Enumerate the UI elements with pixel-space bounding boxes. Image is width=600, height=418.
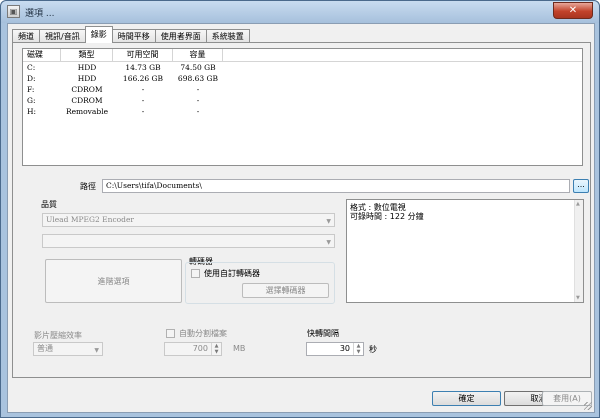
drive-capacity: - (196, 85, 200, 94)
skip-interval-value: 30 (339, 344, 350, 353)
drive-type: Removable (65, 107, 109, 116)
options-window: ▣ 選項 ... ✕ 頻道 視訊/音訊 錄影 時間平移 使用者界面 系統裝置 磁… (0, 0, 600, 418)
dialog-button-bar: 確定 取消 套用(A) (8, 380, 594, 412)
drive-capacity: 74.50 GB (180, 63, 216, 72)
select-transcoder-button[interactable]: 選擇轉碼器 (242, 283, 329, 298)
column-header-capacity[interactable]: 容量 (173, 49, 223, 61)
browse-button[interactable]: ... (573, 179, 589, 193)
table-row[interactable]: D: HDD 166.26 GB 698.63 GB (23, 73, 582, 84)
window-title: 選項 ... (25, 9, 55, 19)
drive-letter: G: (27, 96, 36, 105)
tab-timeshift[interactable]: 時間平移 (111, 29, 156, 43)
table-row[interactable]: F: CDROM - - (23, 84, 582, 95)
stepper-arrows-icon[interactable]: ▲ ▼ (211, 343, 221, 355)
drive-type: CDROM (71, 96, 103, 105)
drive-type: HDD (77, 63, 97, 72)
drive-list-header: 磁碟 類型 可用空間 容量 (23, 49, 582, 62)
tab-strip: 頻道 視訊/音訊 錄影 時間平移 使用者界面 系統裝置 (12, 26, 250, 43)
tab-video-audio[interactable]: 視訊/音訊 (39, 29, 86, 43)
drive-type: CDROM (71, 85, 103, 94)
info-scrollbar[interactable]: ▲ ▼ (574, 200, 583, 302)
drive-list[interactable]: 磁碟 類型 可用空間 容量 C: HDD 14.73 GB 74.50 GB D… (22, 48, 583, 166)
skip-interval-unit: 秒 (369, 345, 377, 354)
compression-value: 普通 (37, 344, 53, 353)
chevron-down-icon: ▼ (326, 218, 331, 225)
custom-transcoder-checkbox[interactable] (191, 269, 200, 278)
ok-button[interactable]: 確定 (432, 391, 501, 406)
encoder-value: Ulead MPEG2 Encoder (46, 215, 135, 224)
column-header-drive[interactable]: 磁碟 (23, 49, 61, 61)
scroll-down-icon[interactable]: ▼ (576, 295, 580, 301)
column-header-free-space[interactable]: 可用空間 (113, 49, 173, 61)
tab-recording[interactable]: 錄影 (84, 26, 113, 43)
encoder-select[interactable]: Ulead MPEG2 Encoder ▼ (42, 213, 335, 227)
drive-free: - (141, 107, 145, 116)
custom-transcoder-label: 使用自訂轉碼器 (204, 269, 260, 278)
auto-split-checkbox[interactable] (166, 329, 175, 338)
recording-tab-panel: 磁碟 類型 可用空間 容量 C: HDD 14.73 GB 74.50 GB D… (12, 42, 591, 378)
advanced-options-button[interactable]: 進階選項 (45, 259, 182, 303)
table-row[interactable]: C: HDD 14.73 GB 74.50 GB (23, 62, 582, 73)
app-icon: ▣ (7, 5, 20, 18)
drive-capacity: - (196, 107, 200, 116)
tab-system-devices[interactable]: 系統裝置 (205, 29, 250, 43)
path-label: 路徑 (80, 182, 96, 191)
encoder-profile-select[interactable]: ▼ (42, 234, 335, 248)
compression-label: 影片壓縮效率 (34, 331, 82, 340)
recording-time-info: 可錄時間 : 122 分鐘 (350, 212, 424, 221)
split-size-stepper[interactable]: 700 ▲ ▼ (164, 342, 222, 356)
drive-free: 14.73 GB (125, 63, 161, 72)
quality-group-label: 品質 (41, 200, 57, 209)
drive-letter: H: (27, 107, 37, 116)
chevron-down-icon: ▼ (326, 239, 331, 246)
drive-free: - (141, 85, 145, 94)
title-bar[interactable]: ▣ 選項 ... ✕ (1, 1, 599, 23)
resize-grip-icon[interactable] (584, 402, 592, 410)
path-input[interactable]: C:\Users\tifa\Documents\ (102, 179, 570, 193)
drive-capacity: 698.63 GB (177, 74, 219, 83)
table-row[interactable]: G: CDROM - - (23, 95, 582, 106)
split-size-unit: MB (233, 344, 246, 353)
drive-letter: C: (27, 63, 36, 72)
tab-channels[interactable]: 頻道 (12, 29, 40, 43)
dialog-client: 頻道 視訊/音訊 錄影 時間平移 使用者界面 系統裝置 磁碟 類型 可用空間 容… (7, 23, 595, 413)
skip-interval-label: 快轉間隔 (307, 329, 339, 338)
drive-free: 166.26 GB (122, 74, 164, 83)
auto-split-label: 自動分割檔案 (179, 329, 227, 338)
table-row[interactable]: H: Removable - - (23, 106, 582, 117)
drive-letter: F: (27, 85, 35, 94)
close-button[interactable]: ✕ (553, 2, 593, 19)
tab-user-interface[interactable]: 使用者界面 (154, 29, 207, 43)
compression-select[interactable]: 普通 ▼ (33, 342, 103, 356)
scroll-up-icon[interactable]: ▲ (576, 201, 580, 207)
drive-free: - (141, 96, 145, 105)
recording-info-box: 格式 : 數位電視 可錄時間 : 122 分鐘 ▲ ▼ (346, 199, 584, 303)
drive-capacity: - (196, 96, 200, 105)
stepper-arrows-icon[interactable]: ▲ ▼ (353, 343, 363, 355)
drive-letter: D: (27, 74, 36, 83)
drive-type: HDD (77, 74, 97, 83)
split-size-value: 700 (192, 344, 208, 353)
chevron-down-icon: ▼ (94, 347, 99, 354)
skip-interval-stepper[interactable]: 30 ▲ ▼ (306, 342, 364, 356)
column-header-type[interactable]: 類型 (61, 49, 113, 61)
